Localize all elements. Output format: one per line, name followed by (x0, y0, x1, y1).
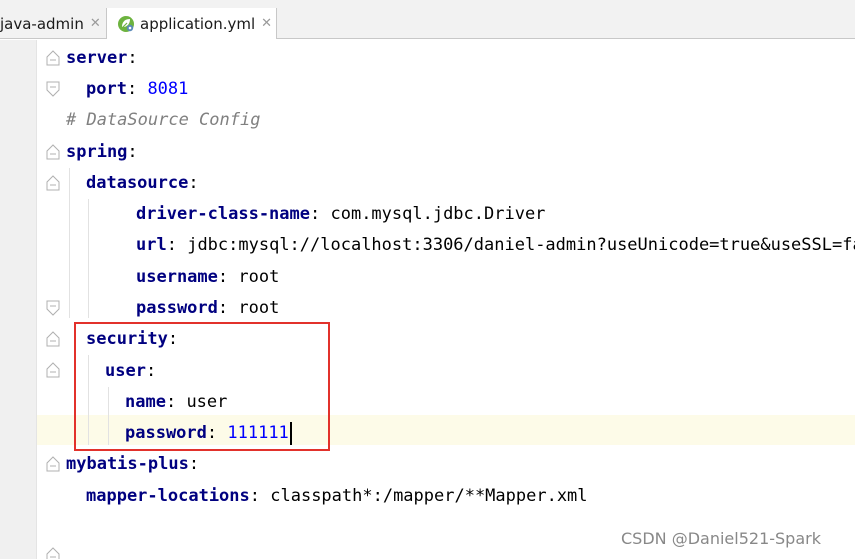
code-line[interactable]: # DataSource Config (66, 105, 260, 136)
fold-end-icon[interactable] (46, 300, 60, 316)
yaml-key: url (136, 235, 167, 255)
code-line[interactable]: mybatis-plus: (66, 449, 199, 480)
tab-label: java-admin (0, 14, 84, 33)
yaml-key: port (86, 79, 127, 99)
fold-start-icon[interactable] (46, 50, 60, 66)
code-line[interactable]: driver-class-name: com.mysql.jdbc.Driver (136, 199, 545, 230)
yaml-key: spring (66, 142, 128, 162)
code-line[interactable]: port: 8081 (86, 74, 188, 105)
yaml-value: 8081 (147, 79, 189, 99)
watermark: CSDN @Daniel521-Spark (621, 529, 821, 548)
yaml-value: root (238, 267, 280, 287)
indent-guide (88, 199, 89, 318)
gutter-separator (36, 40, 37, 559)
code-line[interactable]: datasource: (86, 168, 199, 199)
yaml-value: jdbc:mysql://localhost:3306/daniel-admin… (187, 235, 855, 255)
yaml-key: mybatis-plus (66, 454, 189, 474)
yaml-value: com.mysql.jdbc.Driver (330, 204, 546, 224)
yaml-separator: : (249, 486, 271, 506)
fold-start-icon[interactable] (46, 547, 60, 559)
yaml-separator: : (126, 79, 148, 99)
tab-application-yml[interactable]: application.yml ✕ (106, 8, 277, 40)
code-line[interactable]: server: (66, 43, 138, 74)
code-line[interactable]: spring: (66, 137, 138, 168)
fold-start-icon[interactable] (46, 456, 60, 472)
yaml-key: datasource (86, 173, 189, 193)
tab-label: application.yml (140, 14, 256, 33)
yaml-value: classpath*:/mapper/**Mapper.xml (270, 486, 588, 506)
annotation-box (74, 322, 330, 451)
fold-end-icon[interactable] (46, 81, 60, 97)
yaml-separator: : (217, 298, 239, 318)
yaml-separator: : (188, 454, 200, 474)
fold-start-icon[interactable] (46, 331, 60, 347)
fold-start-icon[interactable] (46, 144, 60, 160)
line-gutter[interactable] (0, 40, 36, 559)
code-line[interactable]: password: root (136, 293, 279, 324)
indent-guide (69, 168, 70, 318)
yaml-separator: : (310, 204, 331, 224)
editor-tab-bar: java-admin ✕ application.yml ✕ (0, 0, 855, 40)
fold-start-icon[interactable] (46, 175, 60, 191)
yaml-key: server (66, 48, 128, 68)
yaml-value: root (238, 298, 280, 318)
close-icon[interactable]: ✕ (261, 16, 272, 31)
close-icon[interactable]: ✕ (90, 16, 101, 31)
fold-start-icon[interactable] (46, 362, 60, 378)
yaml-key: driver-class-name (136, 204, 310, 224)
yaml-key: password (136, 298, 218, 318)
yaml-separator: : (127, 142, 138, 162)
yaml-key: username (136, 267, 218, 287)
spring-leaf-icon (118, 15, 134, 32)
yaml-comment: # DataSource Config (66, 110, 261, 130)
code-line[interactable]: username: root (136, 262, 279, 293)
code-line[interactable]: url: jdbc:mysql://localhost:3306/daniel-… (136, 230, 855, 261)
code-line[interactable]: mapper-locations: classpath*:/mapper/**M… (86, 481, 588, 512)
yaml-key: mapper-locations (86, 486, 250, 506)
yaml-separator: : (188, 173, 199, 193)
yaml-separator: : (166, 235, 188, 255)
tab-java-admin[interactable]: java-admin ✕ (0, 8, 102, 39)
yaml-separator: : (127, 48, 138, 68)
yaml-separator: : (217, 267, 239, 287)
